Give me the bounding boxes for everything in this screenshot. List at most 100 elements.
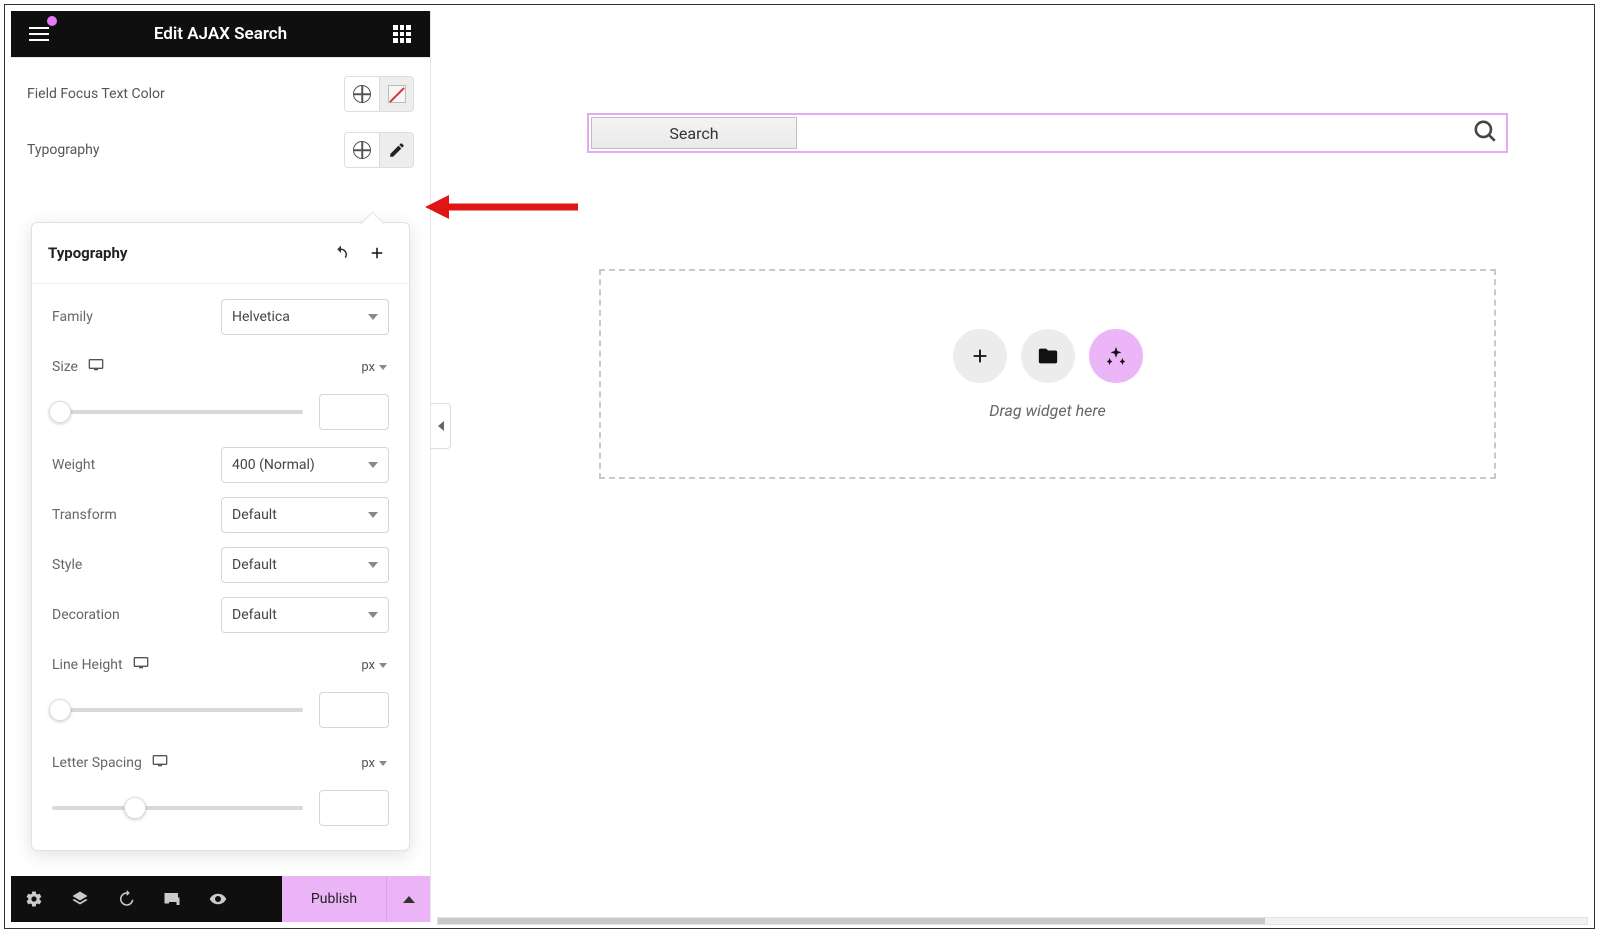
responsive-toggle[interactable] bbox=[88, 358, 104, 376]
letter-spacing-slider-row bbox=[52, 790, 389, 826]
color-picker-button[interactable] bbox=[379, 77, 413, 111]
transform-label: Transform bbox=[52, 507, 117, 523]
decoration-select[interactable]: Default bbox=[221, 597, 389, 633]
line-height-unit: px bbox=[361, 658, 375, 673]
navigator-button[interactable] bbox=[57, 876, 103, 922]
chevron-down-icon bbox=[379, 761, 387, 766]
editor-panel: Edit AJAX Search Field Focus Text Color bbox=[11, 11, 431, 922]
add-section-button[interactable] bbox=[953, 329, 1007, 383]
slider-thumb[interactable] bbox=[49, 699, 71, 721]
font-weight-label: Weight bbox=[52, 457, 95, 473]
letter-spacing-unit-select[interactable]: px bbox=[359, 752, 389, 775]
horizontal-scrollbar[interactable] bbox=[437, 916, 1588, 926]
field-focus-color-controls bbox=[344, 76, 414, 112]
panel-header: Edit AJAX Search bbox=[11, 11, 430, 57]
line-height-unit-select[interactable]: px bbox=[359, 654, 389, 677]
chevron-down-icon bbox=[379, 365, 387, 370]
line-height-input[interactable] bbox=[319, 692, 389, 728]
font-family-label: Family bbox=[52, 309, 93, 325]
slider-thumb[interactable] bbox=[124, 797, 146, 819]
letter-spacing-label: Letter Spacing bbox=[52, 755, 142, 771]
plus-icon bbox=[368, 244, 386, 262]
slider-thumb[interactable] bbox=[49, 401, 71, 423]
search-icon[interactable] bbox=[1472, 118, 1498, 148]
history-icon bbox=[117, 890, 135, 908]
chevron-down-icon bbox=[368, 612, 378, 618]
font-style-row: Style Default bbox=[52, 544, 389, 586]
gear-icon bbox=[25, 890, 43, 908]
letter-spacing-unit: px bbox=[361, 756, 375, 771]
no-color-icon bbox=[388, 85, 406, 103]
font-style-select[interactable]: Default bbox=[221, 547, 389, 583]
decoration-label: Decoration bbox=[52, 607, 120, 623]
globe-icon bbox=[353, 85, 371, 103]
global-color-button[interactable] bbox=[345, 77, 379, 111]
line-height-slider-row bbox=[52, 692, 389, 728]
decoration-value: Default bbox=[232, 607, 277, 623]
ajax-search-widget[interactable]: Search bbox=[587, 113, 1508, 153]
typography-row: Typography bbox=[11, 122, 430, 178]
plus-icon bbox=[969, 345, 991, 367]
menu-button[interactable] bbox=[19, 14, 59, 54]
font-weight-select[interactable]: 400 (Normal) bbox=[221, 447, 389, 483]
scrollbar-thumb[interactable] bbox=[438, 918, 1265, 924]
pencil-icon bbox=[388, 141, 406, 159]
preview-canvas[interactable]: Search Drag widget here bbox=[439, 11, 1588, 922]
widget-dropzone[interactable]: Drag widget here bbox=[599, 269, 1496, 479]
font-style-label: Style bbox=[52, 557, 82, 573]
publish-label: Publish bbox=[311, 891, 357, 907]
font-style-value: Default bbox=[232, 557, 277, 573]
typography-popover: Typography Family Helvetica bbox=[31, 222, 410, 851]
chevron-up-icon bbox=[403, 896, 415, 903]
history-button[interactable] bbox=[103, 876, 149, 922]
transform-select[interactable]: Default bbox=[221, 497, 389, 533]
eye-icon bbox=[209, 890, 227, 908]
globe-icon bbox=[353, 141, 371, 159]
panel-title: Edit AJAX Search bbox=[154, 24, 287, 44]
edit-typography-button[interactable] bbox=[379, 133, 413, 167]
responsive-mode-button[interactable] bbox=[149, 876, 195, 922]
publish-options-button[interactable] bbox=[386, 876, 430, 922]
font-size-input[interactable] bbox=[319, 394, 389, 430]
font-size-row: Size px bbox=[52, 346, 389, 388]
ai-button[interactable] bbox=[1089, 329, 1143, 383]
font-size-label: Size bbox=[52, 359, 78, 375]
font-size-unit-select[interactable]: px bbox=[359, 356, 389, 379]
line-height-label: Line Height bbox=[52, 657, 123, 673]
publish-button[interactable]: Publish bbox=[282, 876, 386, 922]
undo-icon bbox=[332, 244, 350, 262]
responsive-toggle[interactable] bbox=[152, 754, 168, 772]
font-size-slider[interactable] bbox=[52, 410, 303, 414]
search-submit-button[interactable]: Search bbox=[591, 117, 797, 149]
dropzone-label: Drag widget here bbox=[989, 401, 1105, 420]
transform-value: Default bbox=[232, 507, 277, 523]
typography-label: Typography bbox=[27, 142, 99, 158]
line-height-slider[interactable] bbox=[52, 708, 303, 712]
chevron-down-icon bbox=[368, 562, 378, 568]
letter-spacing-input[interactable] bbox=[319, 790, 389, 826]
desktop-icon bbox=[133, 656, 149, 670]
add-typography-button[interactable] bbox=[361, 237, 393, 269]
panel-footer: Publish bbox=[11, 876, 430, 922]
reset-typography-button[interactable] bbox=[325, 237, 357, 269]
popover-header: Typography bbox=[32, 223, 409, 284]
letter-spacing-slider[interactable] bbox=[52, 806, 303, 810]
letter-spacing-row: Letter Spacing px bbox=[52, 742, 389, 784]
field-focus-text-color-row: Field Focus Text Color bbox=[11, 58, 430, 122]
font-family-value: Helvetica bbox=[232, 309, 290, 325]
font-family-row: Family Helvetica bbox=[52, 296, 389, 338]
layers-icon bbox=[71, 890, 89, 908]
responsive-toggle[interactable] bbox=[133, 656, 149, 674]
settings-button[interactable] bbox=[11, 876, 57, 922]
preview-button[interactable] bbox=[195, 876, 241, 922]
panel-body: Field Focus Text Color Typography bbox=[11, 57, 430, 876]
field-focus-text-color-label: Field Focus Text Color bbox=[27, 86, 165, 102]
line-height-row: Line Height px bbox=[52, 644, 389, 686]
template-library-button[interactable] bbox=[1021, 329, 1075, 383]
grid-icon bbox=[393, 25, 411, 43]
font-family-select[interactable]: Helvetica bbox=[221, 299, 389, 335]
widgets-button[interactable] bbox=[382, 14, 422, 54]
chevron-down-icon bbox=[368, 512, 378, 518]
global-typography-button[interactable] bbox=[345, 133, 379, 167]
chevron-down-icon bbox=[379, 663, 387, 668]
